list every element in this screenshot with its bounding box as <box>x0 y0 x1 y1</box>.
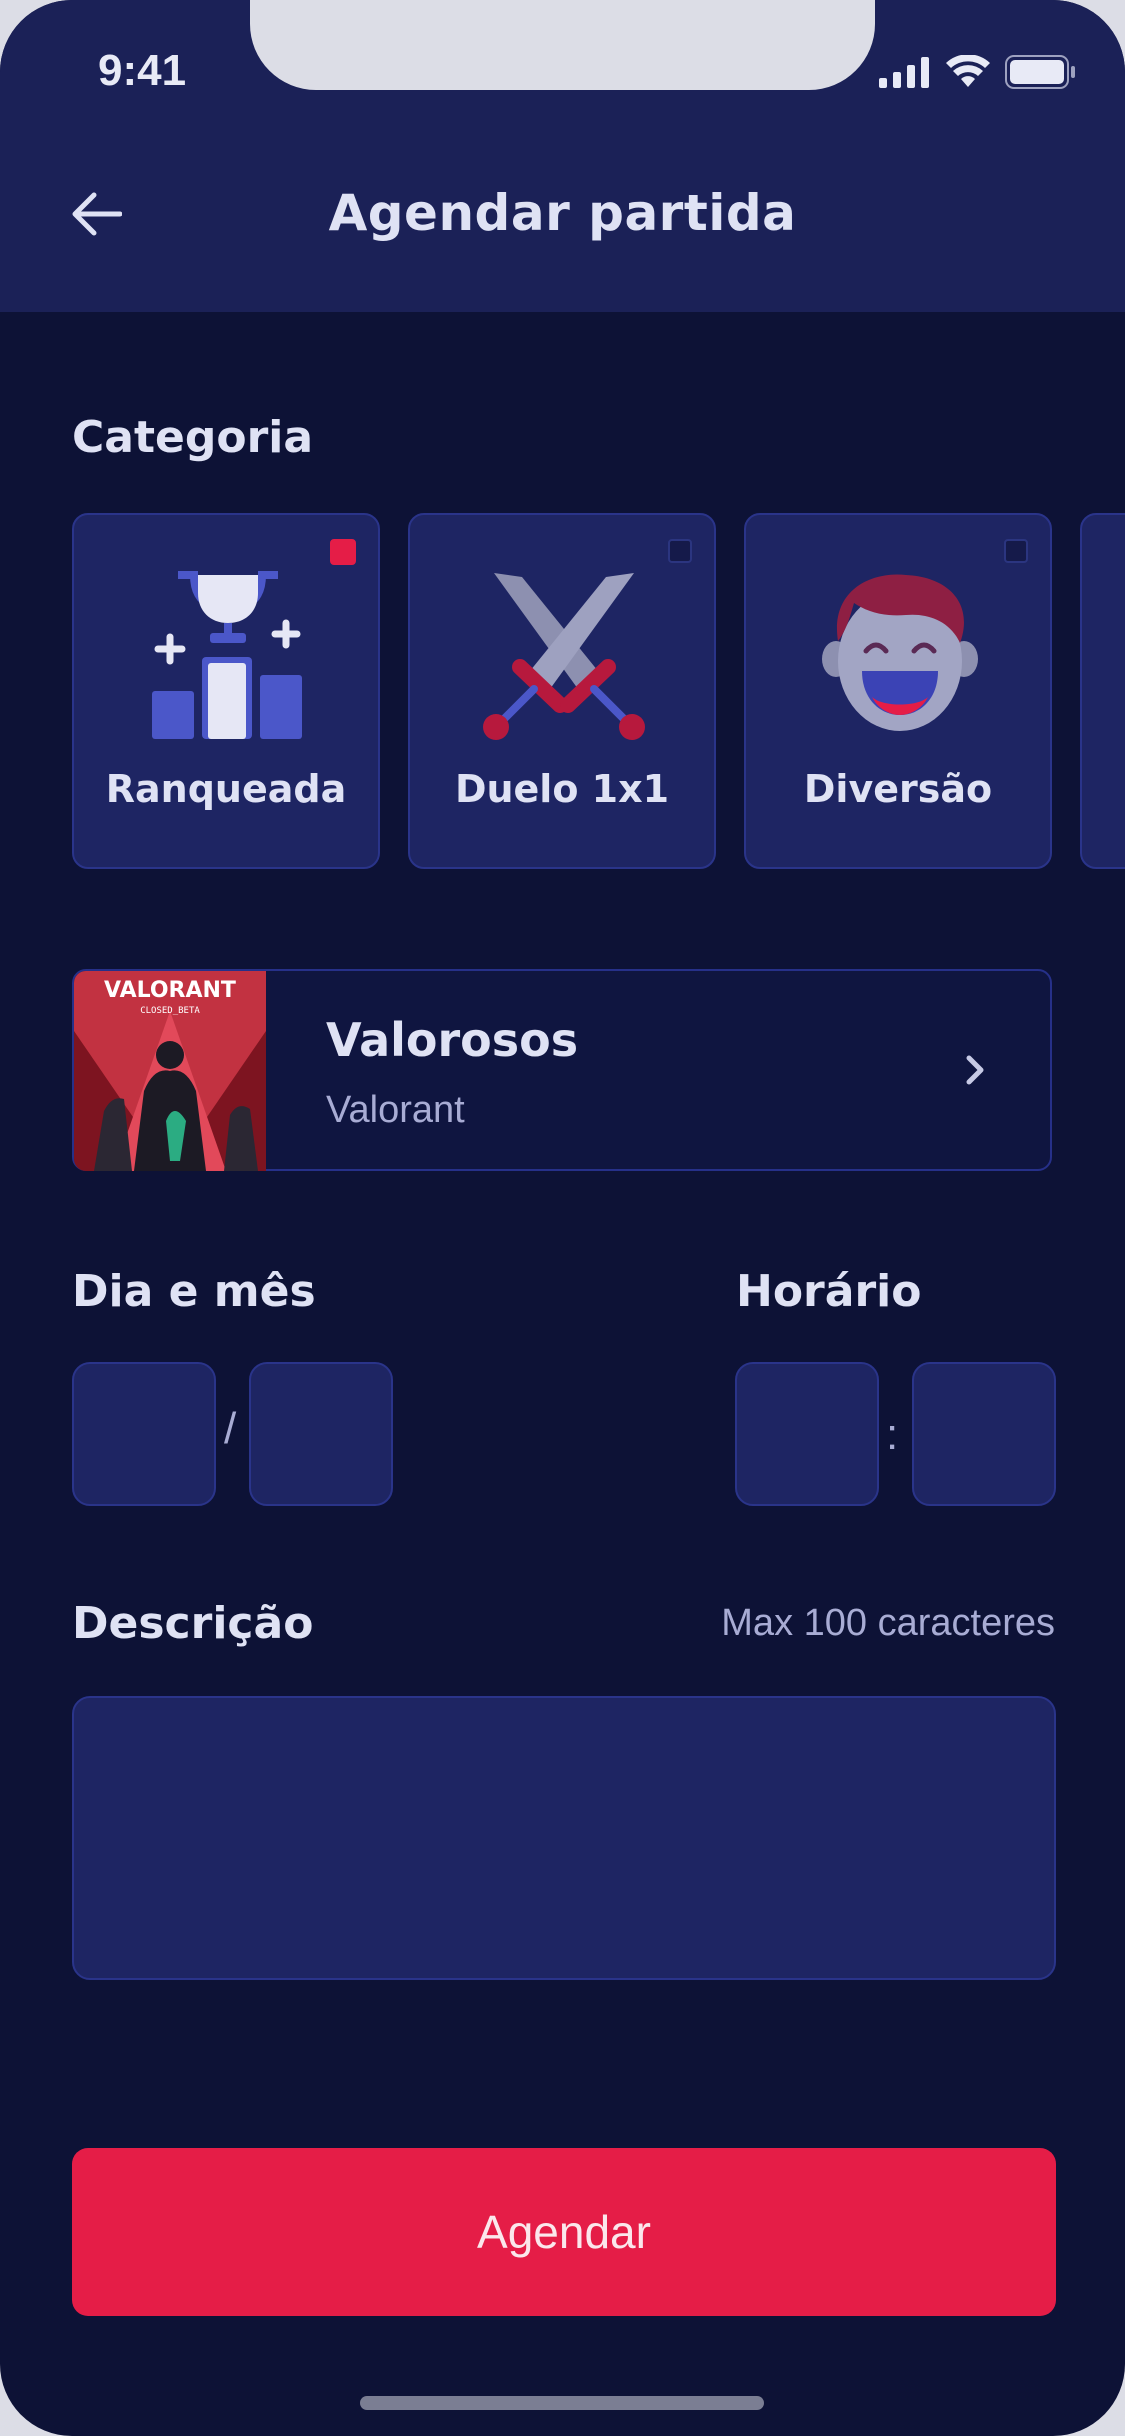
notch <box>250 0 875 90</box>
crossed-swords-icon <box>483 573 645 740</box>
status-icons <box>879 52 1077 92</box>
guild-selector[interactable]: VALORANT CLOSED_BETA Valorosos Valorant <box>72 969 1052 1171</box>
category-checkbox[interactable] <box>1004 539 1028 563</box>
wifi-icon <box>946 55 990 87</box>
month-input[interactable] <box>249 1362 393 1506</box>
category-checkbox[interactable] <box>668 539 692 563</box>
minute-input[interactable] <box>912 1362 1056 1506</box>
time-separator: : <box>886 1410 899 1459</box>
category-card-diversao[interactable]: Diversão <box>744 513 1052 869</box>
guild-thumbnail: VALORANT CLOSED_BETA <box>74 971 266 1171</box>
time-label: Horário <box>736 1266 922 1317</box>
guild-name: Valorosos <box>326 1013 579 1067</box>
thumbnail-title: VALORANT <box>104 978 236 1003</box>
category-list[interactable]: Ranqueada Duelo 1x1 Diversão <box>72 513 1125 873</box>
category-label-diversao: Diversão <box>803 767 993 811</box>
date-label: Dia e mês <box>72 1266 316 1317</box>
description-hint: Max 100 caracteres <box>721 1602 1055 1644</box>
home-indicator <box>360 2396 764 2410</box>
category-card-ranqueada[interactable]: Ranqueada <box>72 513 380 869</box>
category-label: Categoria <box>72 412 314 463</box>
status-time: 9:41 <box>98 46 187 95</box>
description-label: Descrição <box>72 1598 314 1649</box>
category-label-duelo: Duelo 1x1 <box>454 767 670 811</box>
category-card-duelo[interactable]: Duelo 1x1 <box>408 513 716 869</box>
hour-input[interactable] <box>735 1362 879 1506</box>
trophy-podium-icon <box>152 571 302 739</box>
chevron-right-icon <box>966 1055 984 1085</box>
category-checkbox[interactable] <box>330 539 356 565</box>
page-title: Agendar partida <box>328 184 797 242</box>
date-separator: / <box>224 1404 237 1453</box>
category-label-ranqueada: Ranqueada <box>105 767 347 811</box>
day-input[interactable] <box>72 1362 216 1506</box>
battery-icon <box>1005 55 1075 89</box>
signal-icon <box>879 57 929 88</box>
app-screen: 9:41 Agendar partida Categoria Ranqueada… <box>0 0 1125 2436</box>
schedule-button[interactable]: Agendar <box>72 2148 1056 2316</box>
laughing-face-icon <box>822 574 978 731</box>
category-card-partial[interactable] <box>1080 513 1125 869</box>
description-textarea[interactable] <box>72 1696 1056 1980</box>
thumbnail-subtitle: CLOSED_BETA <box>140 1006 200 1016</box>
guild-game: Valorant <box>326 1089 465 1131</box>
